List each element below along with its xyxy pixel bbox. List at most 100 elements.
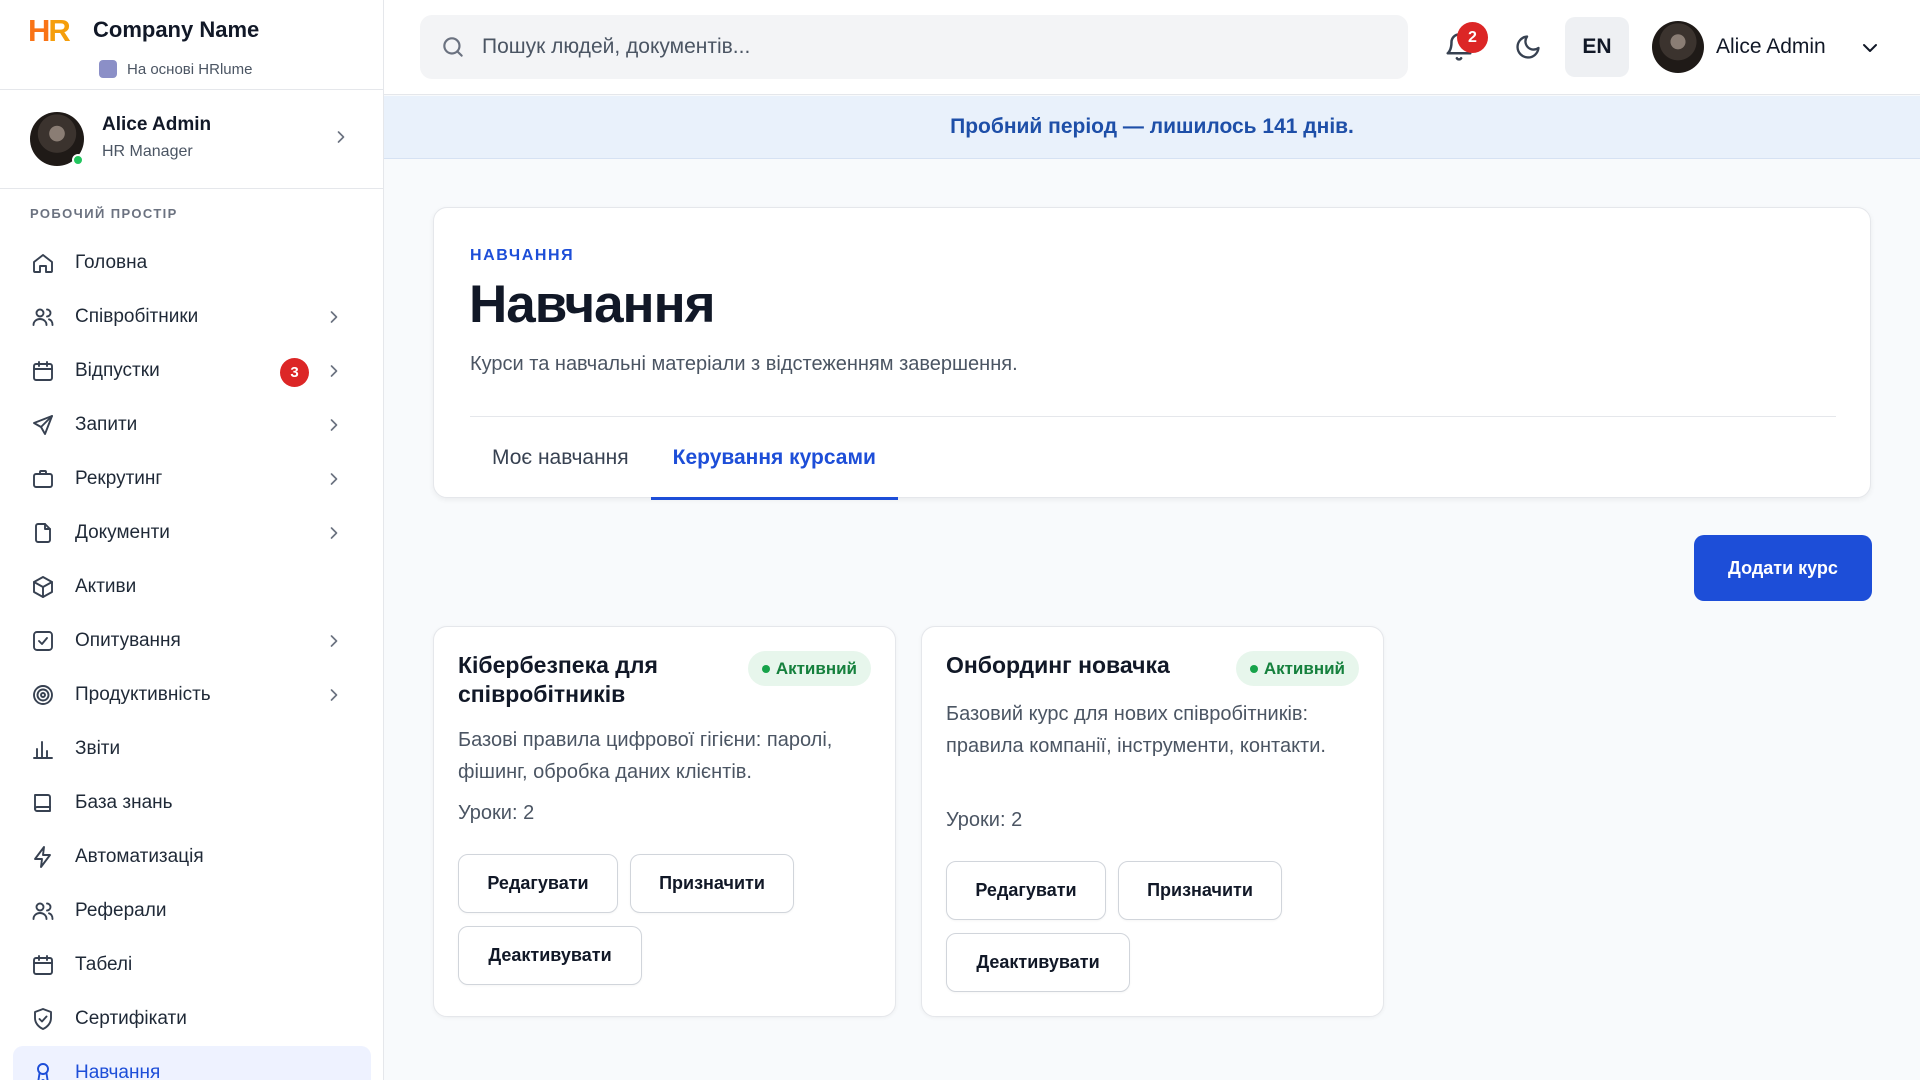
search-box[interactable] <box>420 15 1408 79</box>
sidebar-item-label: Головна <box>75 252 148 273</box>
sidebar-item[interactable]: Навчання <box>13 1046 371 1080</box>
sidebar-item[interactable]: Активи <box>0 560 384 614</box>
count-badge: 3 <box>280 358 309 387</box>
chevron-down-icon <box>1863 44 1877 52</box>
chevron-right-icon <box>324 631 344 651</box>
sidebar-item-label: Відпустки <box>75 360 160 381</box>
calendar-icon <box>30 952 56 978</box>
course-lessons-count: Уроки: 2 <box>458 802 535 824</box>
sidebar-item[interactable]: Рекрутинг <box>0 452 384 506</box>
trial-banner: Пробний період — лишилось 141 днів. <box>384 96 1920 159</box>
sidebar-user-card[interactable]: Alice Admin HR Manager <box>0 90 383 189</box>
user-menu-name: Alice Admin <box>1716 35 1826 58</box>
trial-banner-text: Пробний період — лишилось 141 днів. <box>950 115 1354 138</box>
home-icon <box>30 250 56 276</box>
notifications-badge: 2 <box>1457 22 1488 53</box>
course-title: Онбординг новачка <box>946 652 1170 678</box>
chevron-right-icon <box>324 415 344 435</box>
assign-course-button[interactable]: Призначити <box>630 854 794 913</box>
language-switch[interactable]: EN <box>1565 17 1629 77</box>
checkbox-icon <box>30 628 56 654</box>
company-logo[interactable]: HR <box>28 14 76 48</box>
calendar-icon <box>30 358 56 384</box>
sidebar-item-label: Звіти <box>75 738 121 759</box>
course-title: Кібербезпека для співробітників <box>458 652 658 707</box>
status-badge: Активний <box>1235 651 1359 686</box>
tab-my-learning[interactable]: Моє навчання <box>470 417 651 499</box>
sidebar-item-label: Продуктивність <box>75 684 211 705</box>
course-lessons-count: Уроки: 2 <box>946 809 1023 831</box>
assign-course-button[interactable]: Призначити <box>1118 861 1282 920</box>
sidebar-item[interactable]: Табелі <box>0 938 384 992</box>
sidebar-item[interactable]: Головна <box>0 236 384 290</box>
sidebar-item[interactable]: Сертифікати <box>0 992 384 1046</box>
course-card: Онбординг новачка Активний Базовий курс … <box>921 626 1384 1017</box>
sidebar-item[interactable]: Звіти <box>0 722 384 776</box>
chevron-right-icon <box>324 469 344 489</box>
sidebar-item-label: Запити <box>75 414 138 435</box>
shield-check-icon <box>30 1006 56 1032</box>
sidebar-item[interactable]: Продуктивність <box>0 668 384 722</box>
deactivate-course-button[interactable]: Деактивувати <box>946 933 1130 992</box>
course-description: Базові правила цифрової гігієни: паролі,… <box>458 729 833 783</box>
briefcase-icon <box>30 466 56 492</box>
page-eyebrow: НАВЧАННЯ <box>470 247 575 264</box>
page-header-card: НАВЧАННЯ Навчання Курси та навчальні мат… <box>433 207 1871 500</box>
tabs: Моє навчання Керування курсами <box>470 417 899 500</box>
sidebar-item[interactable]: База знань <box>0 776 384 830</box>
chevron-right-icon <box>324 307 344 327</box>
page-description: Курси та навчальні матеріали з відстежен… <box>470 353 1018 375</box>
box-icon <box>30 574 56 600</box>
users-icon <box>30 304 56 330</box>
users-icon <box>30 898 56 924</box>
sidebar: HR Company Name На основі HRlume Alice A… <box>0 0 384 1080</box>
search-icon <box>443 37 463 57</box>
sidebar-item-label: Реферали <box>75 900 167 921</box>
edit-course-button[interactable]: Редагувати <box>946 861 1106 920</box>
sidebar-section-title: РОБОЧИЙ ПРОСТІР <box>30 206 178 221</box>
sidebar-item[interactable]: Документи <box>0 506 384 560</box>
avatar <box>1652 21 1704 73</box>
powered-by: На основі HRlume <box>99 60 252 78</box>
chevron-right-icon <box>337 131 345 143</box>
sidebar-item[interactable]: Автоматизація <box>0 830 384 884</box>
sidebar-item-label: Сертифікати <box>75 1008 187 1029</box>
chevron-right-icon <box>324 361 344 381</box>
sidebar-nav: Головна Співробітники Відпустки 3 Запити Рекр… <box>0 236 384 1080</box>
bolt-icon <box>30 844 56 870</box>
sidebar-item-label: Навчання <box>75 1062 161 1080</box>
send-icon <box>30 412 56 438</box>
tab-course-management[interactable]: Керування курсами <box>650 417 899 500</box>
course-description: Базовий курс для нових співробітників: п… <box>946 703 1326 757</box>
sidebar-item-label: Опитування <box>75 630 181 651</box>
sidebar-item[interactable]: Співробітники <box>0 290 384 344</box>
hrlume-logo-icon <box>99 60 117 78</box>
brand-header: HR Company Name На основі HRlume <box>0 0 383 90</box>
topbar: 2 EN Alice Admin <box>384 0 1920 95</box>
sidebar-item[interactable]: Запити <box>0 398 384 452</box>
sidebar-item-label: Табелі <box>75 954 133 975</box>
sidebar-item-label: База знань <box>75 792 173 813</box>
sidebar-item-label: Активи <box>75 576 137 597</box>
bar-chart-icon <box>30 736 56 762</box>
powered-by-label: На основі HRlume <box>127 60 253 78</box>
sidebar-user-role: HR Manager <box>102 143 193 160</box>
target-icon <box>30 682 56 708</box>
sidebar-item-label: Автоматизація <box>75 846 204 867</box>
search-input[interactable] <box>482 35 1382 59</box>
sidebar-item-label: Документи <box>75 522 170 543</box>
sidebar-item-label: Співробітники <box>75 306 199 327</box>
add-course-button[interactable]: Додати курс <box>1694 535 1872 601</box>
sidebar-item-label: Рекрутинг <box>75 468 163 489</box>
sidebar-item[interactable]: Відпустки 3 <box>0 344 384 398</box>
deactivate-course-button[interactable]: Деактивувати <box>458 926 642 985</box>
file-icon <box>30 520 56 546</box>
moon-icon[interactable] <box>1514 33 1542 61</box>
chevron-right-icon <box>324 685 344 705</box>
sidebar-item[interactable]: Опитування <box>0 614 384 668</box>
book-icon <box>30 790 56 816</box>
edit-course-button[interactable]: Редагувати <box>458 854 618 913</box>
sidebar-item[interactable]: Реферали <box>0 884 384 938</box>
status-badge: Активний <box>747 651 871 686</box>
chevron-right-icon <box>324 523 344 543</box>
